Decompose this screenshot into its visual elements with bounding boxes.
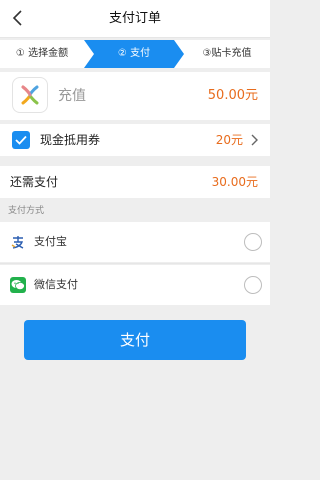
amount-due-value: 30.00元 bbox=[211, 175, 258, 189]
check-icon bbox=[15, 135, 27, 145]
product-name: 充值 bbox=[58, 88, 86, 104]
step-card-recharge: ③贴卡充值 bbox=[202, 48, 252, 59]
wechat-pay-icon bbox=[10, 277, 26, 293]
coupon-label: 现金抵用券 bbox=[40, 133, 101, 147]
wechat-pay-radio[interactable] bbox=[244, 276, 262, 294]
app-logo-icon bbox=[12, 77, 48, 113]
wechat-pay-label: 微信支付 bbox=[34, 278, 78, 291]
page-title: 支付订单 bbox=[108, 11, 161, 26]
chevron-right-icon bbox=[251, 134, 258, 146]
payment-method-alipay[interactable]: 支付宝 bbox=[0, 222, 270, 262]
coupon-value: 20元 bbox=[215, 133, 243, 147]
amount-due-row: 还需支付 30.00元 bbox=[0, 166, 270, 198]
alipay-icon bbox=[10, 234, 26, 250]
amount-due-label: 还需支付 bbox=[10, 175, 59, 189]
coupon-row[interactable]: 现金抵用券 20元 bbox=[0, 124, 270, 156]
alipay-radio[interactable] bbox=[244, 233, 262, 251]
pay-button[interactable]: 支付 bbox=[24, 320, 246, 360]
coupon-checkbox[interactable] bbox=[12, 131, 30, 149]
divider bbox=[0, 263, 270, 264]
header: 支付订单 bbox=[0, 0, 270, 38]
alipay-label: 支付宝 bbox=[34, 235, 67, 248]
step-pay: ② 支付 bbox=[117, 48, 151, 59]
step-select-amount: ① 选择金额 bbox=[15, 48, 69, 59]
step-indicator: ① 选择金额 ② 支付 ③贴卡充值 bbox=[0, 40, 270, 68]
product-price: 50.00元 bbox=[207, 88, 258, 103]
payment-methods-title: 支付方式 bbox=[8, 206, 45, 216]
payment-method-wechat[interactable]: 微信支付 bbox=[0, 265, 270, 305]
product-row: 充值 50.00元 bbox=[0, 72, 270, 120]
